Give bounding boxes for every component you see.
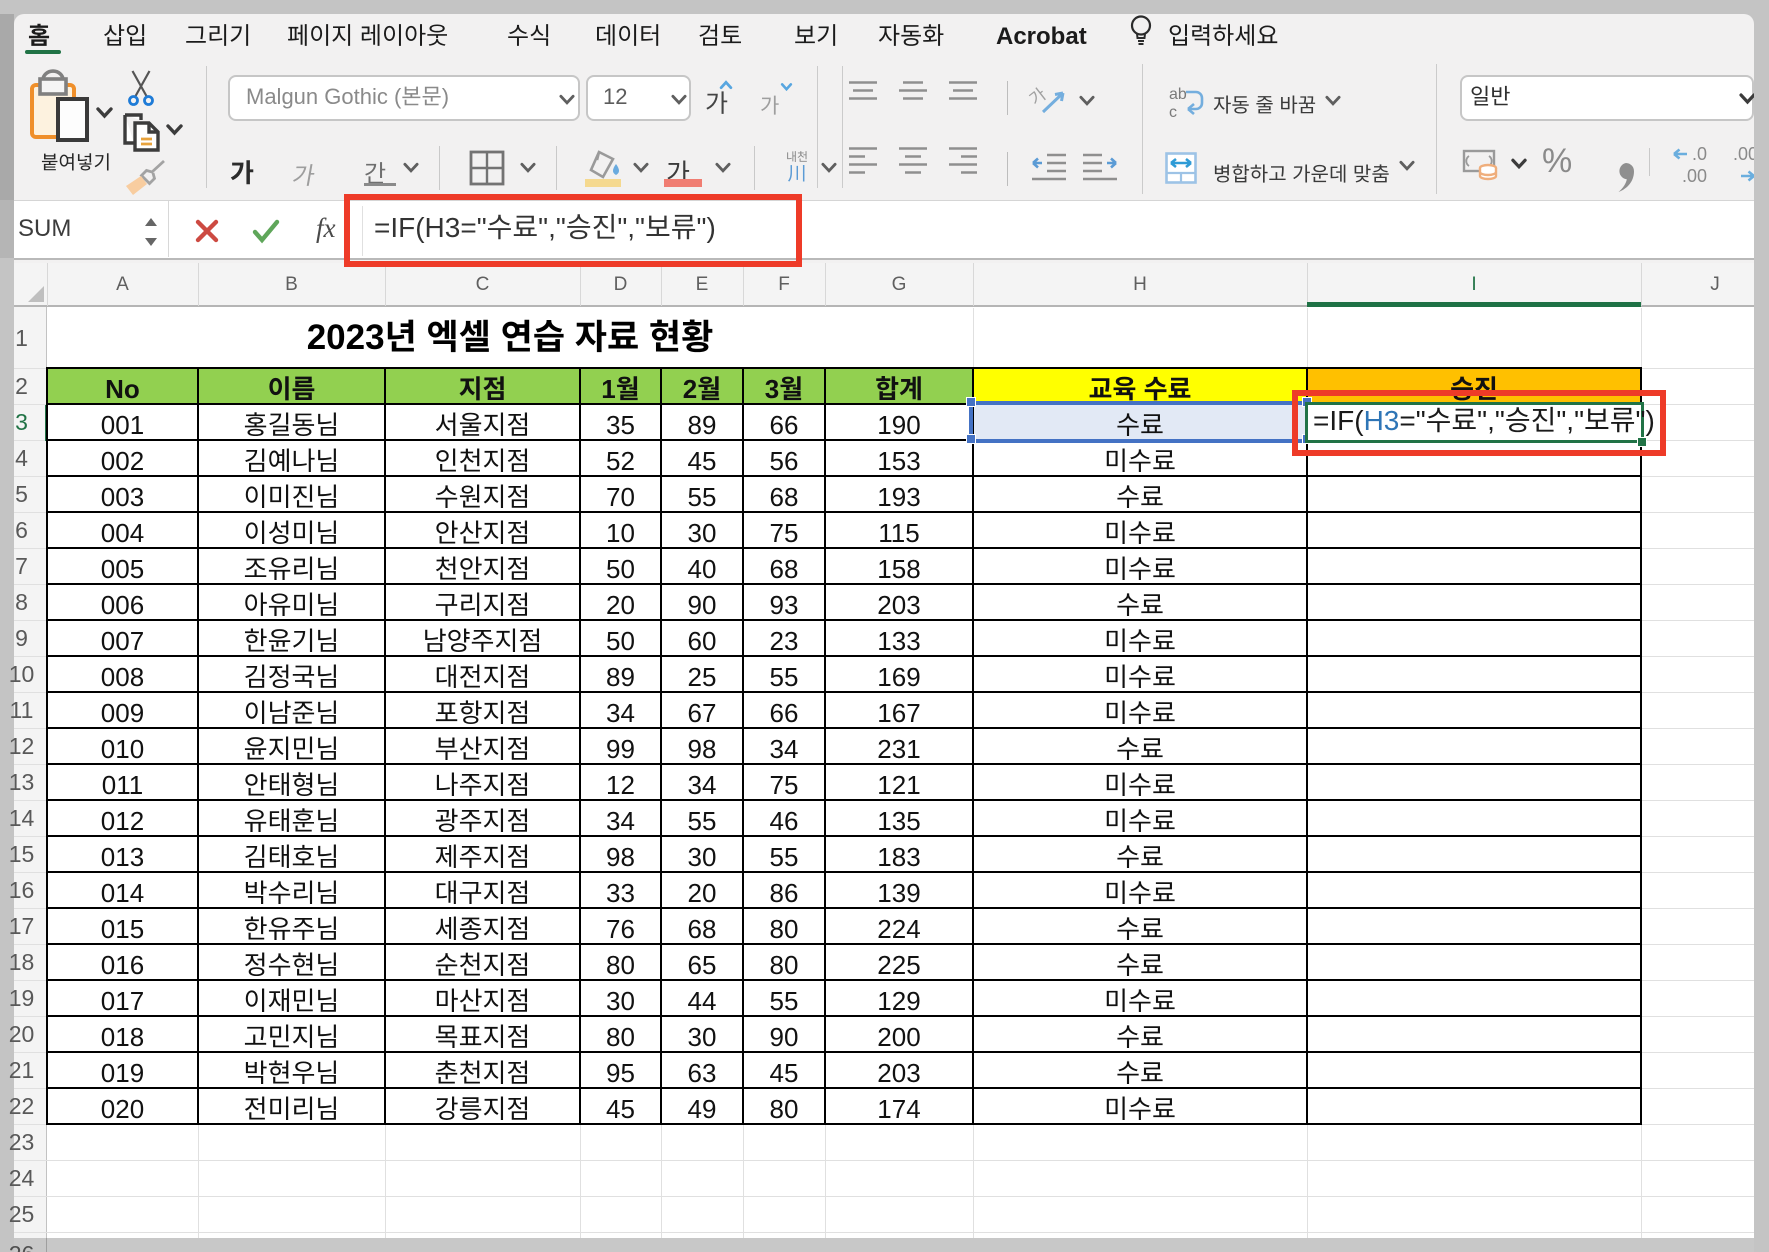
svg-text:.00: .00 xyxy=(1682,166,1707,186)
svg-text:ab: ab xyxy=(1169,86,1187,103)
svg-text:.00: .00 xyxy=(1733,144,1754,164)
svg-text:c: c xyxy=(1169,104,1177,121)
svg-text:.0: .0 xyxy=(1692,144,1707,164)
svg-text:가: 가 xyxy=(1023,80,1051,110)
